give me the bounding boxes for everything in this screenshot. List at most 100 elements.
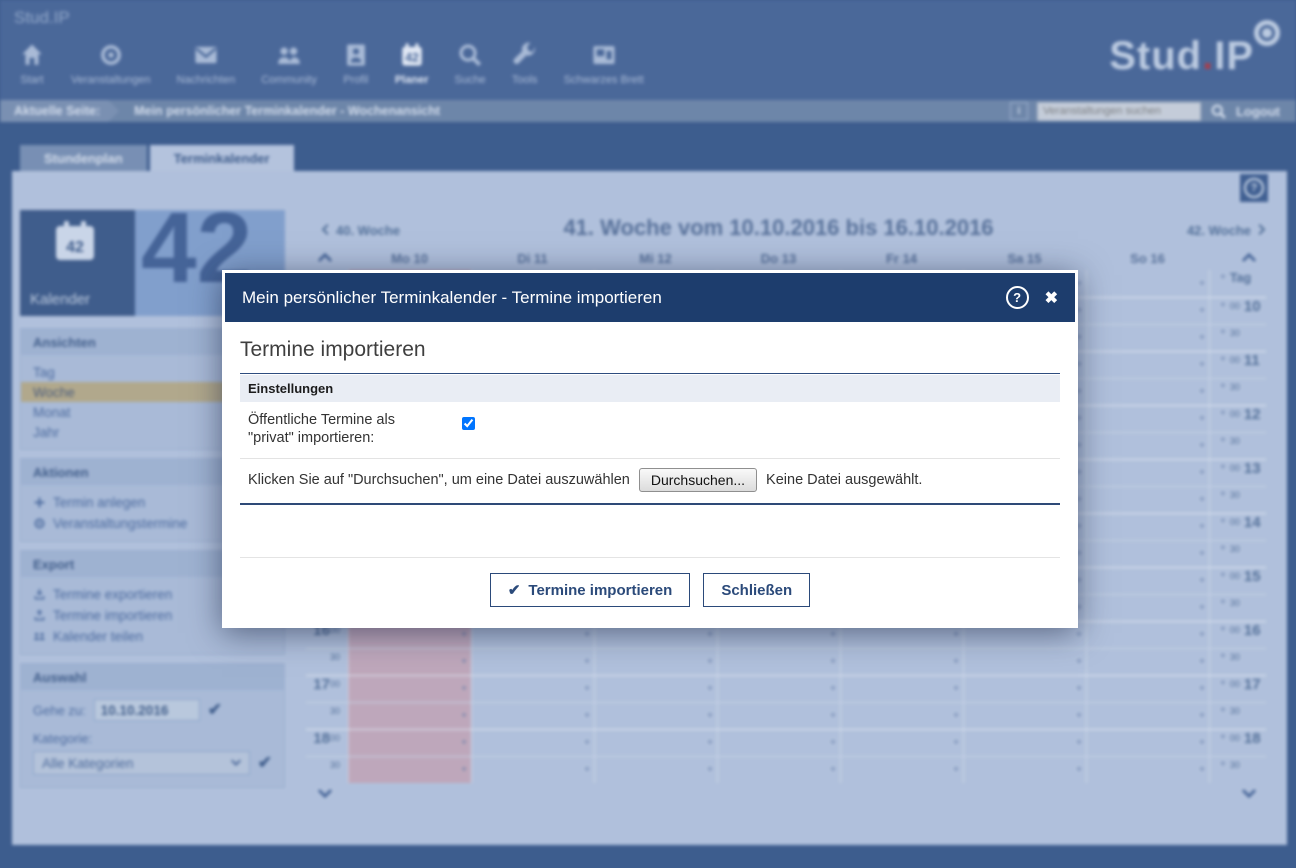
- nav-item-planer[interactable]: 42Planer: [382, 42, 442, 86]
- calendar-cell[interactable]: +: [348, 703, 471, 729]
- calendar-cell[interactable]: +: [1086, 676, 1209, 702]
- nav-item-profil[interactable]: Profil: [330, 42, 382, 86]
- calendar-cell[interactable]: +: [840, 649, 963, 675]
- calendar-cell[interactable]: +: [594, 676, 717, 702]
- calendar-cell[interactable]: +: [471, 730, 594, 756]
- calendar-cell[interactable]: +: [717, 730, 840, 756]
- calendar-cell[interactable]: +: [963, 676, 1086, 702]
- add-appointment-icon[interactable]: +: [1220, 489, 1226, 501]
- nav-item-community[interactable]: Community: [248, 42, 330, 86]
- calendar-cell[interactable]: +: [471, 676, 594, 702]
- calendar-cell[interactable]: +: [717, 703, 840, 729]
- calendar-cell[interactable]: +: [594, 703, 717, 729]
- add-appointment-icon[interactable]: +: [1220, 678, 1226, 690]
- calendar-cell[interactable]: +: [717, 649, 840, 675]
- add-appointment-icon[interactable]: +: [1220, 705, 1226, 717]
- nav-item-suche[interactable]: Suche: [441, 42, 498, 86]
- calendar-cell[interactable]: +: [1086, 514, 1209, 540]
- calendar-cell[interactable]: +: [963, 703, 1086, 729]
- day-header-sa-15[interactable]: Sa 15: [963, 251, 1086, 266]
- add-appointment-icon[interactable]: +: [1220, 597, 1226, 609]
- calendar-cell[interactable]: +: [963, 730, 1086, 756]
- dialog-close-button[interactable]: Schließen: [703, 573, 810, 607]
- add-appointment-icon[interactable]: +: [1220, 354, 1226, 366]
- scroll-earlier-icon[interactable]: [1242, 250, 1256, 264]
- day-header-mo-10[interactable]: Mo 10: [348, 251, 471, 266]
- calendar-cell[interactable]: +: [1086, 406, 1209, 432]
- import-submit-button[interactable]: ✔ Termine importieren: [490, 573, 691, 607]
- calendar-cell[interactable]: +: [1086, 730, 1209, 756]
- next-week-link[interactable]: 42. Woche: [1107, 223, 1267, 238]
- calendar-cell[interactable]: +: [348, 649, 471, 675]
- goto-date-input[interactable]: [94, 699, 200, 721]
- calendar-cell[interactable]: +: [840, 730, 963, 756]
- calendar-cell[interactable]: +: [840, 676, 963, 702]
- kategorie-select[interactable]: Alle Kategorien: [33, 751, 250, 775]
- add-appointment-icon[interactable]: +: [1220, 435, 1226, 447]
- calendar-cell[interactable]: +: [717, 676, 840, 702]
- add-appointment-icon[interactable]: +: [1220, 516, 1226, 528]
- calendar-cell[interactable]: +: [471, 649, 594, 675]
- sidebar-item-kalender-teilen[interactable]: Kalender teilen: [21, 626, 284, 647]
- calendar-cell[interactable]: +: [1086, 298, 1209, 324]
- dialog-help-icon[interactable]: ?: [1006, 286, 1029, 309]
- calendar-cell[interactable]: +: [1086, 541, 1209, 567]
- add-appointment-icon[interactable]: +: [1220, 408, 1226, 420]
- calendar-cell[interactable]: +: [1086, 757, 1209, 783]
- scroll-later-icon[interactable]: [1242, 787, 1256, 801]
- kategorie-confirm-icon[interactable]: ✔: [258, 753, 272, 773]
- calendar-cell[interactable]: +: [1086, 568, 1209, 594]
- day-header-di-11[interactable]: Di 11: [471, 251, 594, 266]
- add-appointment-icon[interactable]: +: [1220, 327, 1226, 339]
- add-appointment-icon[interactable]: +: [1220, 651, 1226, 663]
- add-appointment-icon[interactable]: +: [1220, 462, 1226, 474]
- calendar-cell[interactable]: +: [840, 757, 963, 783]
- scroll-earlier-icon[interactable]: [318, 250, 332, 264]
- studip-logo[interactable]: Stud.IP: [1109, 36, 1254, 76]
- calendar-cell[interactable]: +: [1086, 325, 1209, 351]
- browse-button[interactable]: Durchsuchen...: [639, 468, 757, 492]
- help-button[interactable]: ?: [1240, 174, 1268, 202]
- add-appointment-icon[interactable]: +: [1220, 570, 1226, 582]
- calendar-cell[interactable]: +: [1086, 270, 1209, 297]
- calendar-cell[interactable]: +: [963, 757, 1086, 783]
- search-icon[interactable]: [1210, 103, 1227, 120]
- calendar-cell[interactable]: +: [840, 703, 963, 729]
- calendar-cell[interactable]: +: [1086, 703, 1209, 729]
- nav-item-schwarzes-brett[interactable]: Schwarzes Brett: [551, 42, 657, 86]
- add-appointment-icon[interactable]: +: [1220, 543, 1226, 555]
- goto-confirm-icon[interactable]: ✔: [208, 700, 222, 720]
- day-header-so-16[interactable]: So 16: [1086, 251, 1209, 266]
- dialog-close-icon[interactable]: ✖: [1045, 288, 1058, 308]
- calendar-cell[interactable]: +: [348, 757, 471, 783]
- calendar-cell[interactable]: +: [963, 649, 1086, 675]
- search-input[interactable]: [1037, 102, 1201, 121]
- calendar-cell[interactable]: +: [1086, 487, 1209, 513]
- tab-stundenplan[interactable]: Stundenplan: [20, 145, 147, 171]
- calendar-cell[interactable]: +: [594, 649, 717, 675]
- calendar-cell[interactable]: +: [1086, 649, 1209, 675]
- day-header-do-13[interactable]: Do 13: [717, 251, 840, 266]
- logout-link[interactable]: Logout: [1236, 104, 1280, 119]
- nav-item-veranstaltungen[interactable]: Veranstaltungen: [58, 42, 164, 86]
- calendar-cell[interactable]: +: [471, 757, 594, 783]
- add-appointment-icon[interactable]: +: [1220, 759, 1226, 771]
- calendar-cell[interactable]: +: [1086, 595, 1209, 621]
- scroll-later-icon[interactable]: [318, 787, 332, 801]
- tab-terminkalender[interactable]: Terminkalender: [150, 145, 294, 171]
- calendar-cell[interactable]: +: [1086, 460, 1209, 486]
- calendar-cell[interactable]: +: [717, 757, 840, 783]
- info-icon[interactable]: i: [1010, 102, 1028, 120]
- nav-item-nachrichten[interactable]: Nachrichten: [164, 42, 249, 86]
- calendar-cell[interactable]: +: [594, 757, 717, 783]
- day-header-mi-12[interactable]: Mi 12: [594, 251, 717, 266]
- calendar-cell[interactable]: +: [594, 730, 717, 756]
- calendar-cell[interactable]: +: [1086, 379, 1209, 405]
- calendar-cell[interactable]: +: [1086, 352, 1209, 378]
- add-appointment-icon[interactable]: +: [1220, 272, 1226, 284]
- calendar-cell[interactable]: +: [1086, 622, 1209, 648]
- day-header-fr-14[interactable]: Fr 14: [840, 251, 963, 266]
- private-import-checkbox[interactable]: [462, 417, 475, 430]
- add-appointment-icon[interactable]: +: [1220, 732, 1226, 744]
- calendar-cell[interactable]: +: [348, 676, 471, 702]
